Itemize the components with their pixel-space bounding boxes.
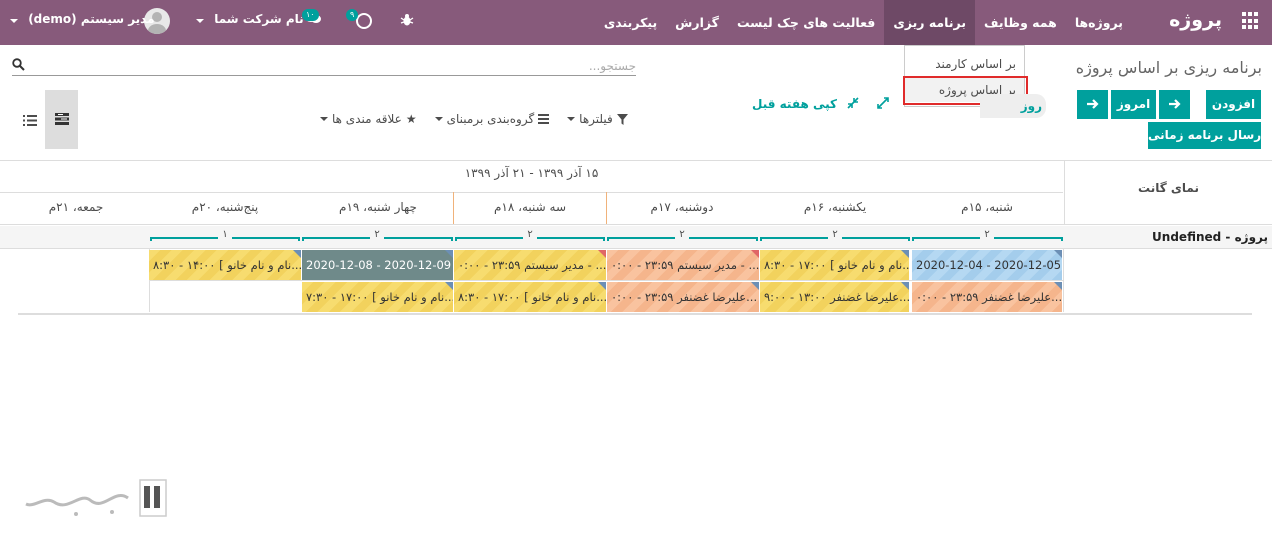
user-menu[interactable]: مدیر سیستم (demo) (10, 12, 155, 26)
gantt-count: ۲ (828, 229, 842, 240)
filter-bar: فیلترها گروه‌بندی برمبنای ★ علاقه مندی ه… (320, 110, 628, 128)
gantt-pill[interactable]: ۸:۳۰ - ۱۷:۰۰ [ نام و نام خانو... (454, 282, 607, 312)
favorites-toggle[interactable]: ★ علاقه مندی ها (320, 110, 417, 128)
collapse-icon[interactable] (846, 96, 860, 110)
dropdown-by-employee[interactable]: بر اساس کارمند (905, 52, 1024, 76)
systray: ۹ ۱۰ نام شرکت شما مدیر سیستم (demo) (0, 0, 460, 45)
gantt-count: ۲ (523, 229, 537, 240)
star-icon: ★ (405, 112, 417, 126)
gantt-day-header: دوشنبه، ۱۷م (650, 200, 714, 214)
groupby-bars-icon (538, 114, 550, 124)
send-schedule-button[interactable]: ارسال برنامه زمانی (1148, 122, 1265, 149)
gantt-today-divider (606, 192, 607, 224)
gantt-day-header: شنبه، ۱۵م (961, 200, 1013, 214)
search-bar (12, 56, 636, 76)
user-name: مدیر سیستم (demo) (28, 12, 155, 26)
gantt-group-label: Undefined - پروژه (1152, 230, 1268, 244)
caret-down-icon (320, 117, 328, 121)
menu-planning[interactable]: برنامه ریزی (884, 0, 976, 45)
caret-down-icon (10, 19, 18, 23)
app-brand: پروژه (1169, 9, 1222, 31)
gantt-pill[interactable]: ۰:۰۰ - ۲۳:۵۹ علیرضا غضنفر... (912, 282, 1063, 312)
menu-all-tasks[interactable]: همه وظایف (975, 0, 1066, 45)
filters-label: فیلترها (579, 112, 613, 126)
view-gantt-button[interactable] (45, 90, 78, 149)
company-switcher[interactable]: نام شرکت شما (196, 12, 304, 26)
menu-checklist-activities[interactable]: فعالیت های چک لیست (728, 0, 884, 45)
gantt-title: نمای گانت (1064, 160, 1272, 224)
caret-down-icon (567, 117, 576, 121)
gantt-day-header: جمعه، ۲۱م (48, 200, 104, 214)
next-period-button[interactable] (1159, 90, 1190, 119)
gantt-count: ۱ (218, 229, 232, 240)
menu-reporting[interactable]: گزارش (666, 0, 728, 45)
expand-icon[interactable] (876, 96, 890, 110)
gantt-view: نمای گانت ۱۵ آذر ۱۳۹۹ - ۲۱ آذر ۱۳۹۹ شنبه… (0, 160, 1272, 316)
favorites-label: علاقه مندی ها (332, 112, 402, 126)
copy-previous-week-button[interactable]: کپی هفته قبل (752, 97, 837, 111)
chat-badge: ۱۰ (302, 9, 319, 21)
gantt-day-header: چهار شنبه، ۱۹م (339, 200, 417, 214)
view-list-button[interactable] (14, 110, 37, 130)
gantt-day-header: یکشنبه، ۱۶م (803, 200, 867, 214)
company-name: نام شرکت شما (214, 12, 304, 26)
gantt-pill[interactable]: ۸:۳۰ - ۱۷:۰۰ [ نام و نام خانو... (760, 250, 910, 280)
gantt-pill[interactable]: 2020-12-04 - 2020-12-05 نق... (912, 250, 1063, 280)
scale-select[interactable]: روز (980, 94, 1046, 118)
gantt-header-bottom (0, 224, 1272, 225)
gantt-pill[interactable]: ۷:۳۰ - ۱۷:۰۰ [ نام و نام خانو... (302, 282, 454, 312)
list-view-icon (23, 115, 37, 126)
page-title: برنامه ریزی بر اساس پروژه (1075, 58, 1262, 77)
gantt-rows-top (0, 248, 1272, 249)
gantt-bottom-border (18, 313, 1252, 315)
gantt-pill[interactable]: ۹:۰۰ - ۱۳:۰۰ علیرضا غضنفر... (760, 282, 910, 312)
bug-icon[interactable] (400, 13, 414, 31)
watermark-logo-icon (25, 479, 167, 517)
search-icon[interactable] (12, 58, 25, 71)
gantt-pill[interactable]: 2020-12-08 - 2020-12-09 مدیر ... (302, 250, 454, 280)
apps-grid-icon[interactable] (1240, 12, 1258, 30)
activity-clock-icon[interactable] (356, 13, 372, 29)
menu-projects[interactable]: پروژه‌ها (1066, 0, 1132, 45)
search-input[interactable] (76, 56, 636, 75)
gantt-view-icon (55, 113, 69, 125)
gantt-pill[interactable]: ۰:۰۰ - ۲۳:۵۹ مدیر سیستم - ... (607, 250, 760, 280)
gantt-pill[interactable]: ۰:۰۰ - ۲۳:۵۹ علیرضا غضنفر... (607, 282, 760, 312)
add-button[interactable]: افزودن (1206, 90, 1261, 119)
gantt-header-divider (0, 192, 1063, 193)
gantt-count: ۲ (675, 229, 689, 240)
gantt-today-divider (453, 192, 454, 224)
gantt-pill[interactable]: ۰:۰۰ - ۲۳:۵۹ مدیر سیستم - ... (454, 250, 607, 280)
gantt-day-header: پنج‌شنبه، ۲۰م (191, 200, 259, 214)
gantt-pill[interactable]: ۸:۳۰ - ۱۴:۰۰ [ نام و نام خانو... (149, 250, 302, 280)
menu-configuration[interactable]: پیکربندی (595, 0, 666, 45)
caret-down-icon (434, 117, 443, 121)
groupby-toggle[interactable]: گروه‌بندی برمبنای (434, 110, 550, 128)
main-menu: پروژه‌ها همه وظایف برنامه ریزی فعالیت ها… (595, 0, 1132, 45)
today-button[interactable]: امروز (1111, 90, 1156, 119)
top-navbar: پروژه پروژه‌ها همه وظایف برنامه ریزی فعا… (0, 0, 1272, 45)
arrow-right-icon (1086, 99, 1099, 109)
gantt-count: ۲ (980, 229, 994, 240)
gantt-date-range: ۱۵ آذر ۱۳۹۹ - ۲۱ آذر ۱۳۹۹ (464, 166, 599, 180)
groupby-label: گروه‌بندی برمبنای (446, 112, 535, 126)
gantt-day-header: سه شنبه، ۱۸م (493, 200, 567, 214)
filters-toggle[interactable]: فیلترها (567, 110, 628, 128)
filter-icon (616, 113, 628, 125)
gantt-grid-line (1063, 248, 1064, 312)
gantt-row-divider (149, 280, 1063, 281)
gantt-count: ۲ (370, 229, 384, 240)
prev-period-button[interactable] (1077, 90, 1108, 119)
caret-down-icon (196, 19, 204, 23)
arrow-right-icon (1168, 99, 1181, 109)
